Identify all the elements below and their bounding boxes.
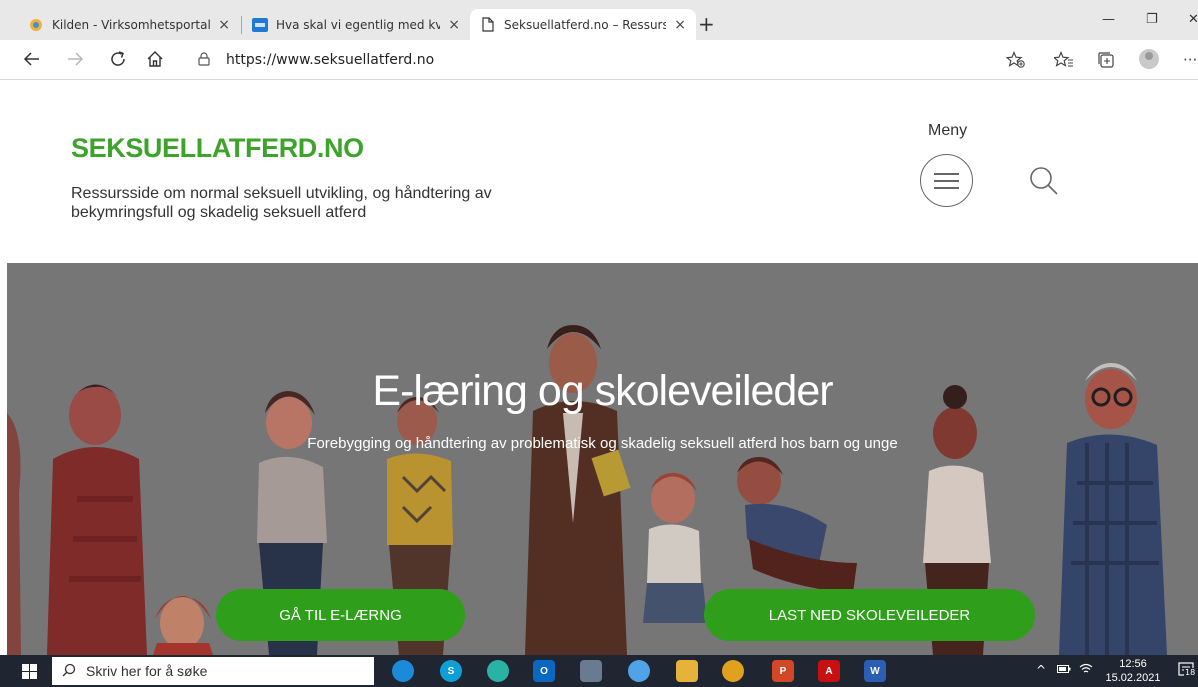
notification-count-badge: 18: [1184, 668, 1197, 677]
chat-icon[interactable]: [628, 660, 650, 682]
notification-center-icon[interactable]: 18: [1178, 662, 1197, 678]
profile-avatar[interactable]: [1139, 49, 1159, 69]
close-window-button[interactable]: ✕: [1188, 12, 1198, 27]
refresh-icon[interactable]: [109, 50, 127, 73]
more-menu-button[interactable]: ···: [1183, 51, 1197, 69]
favorites-icon[interactable]: [1052, 50, 1074, 73]
minimize-button[interactable]: —: [1102, 12, 1115, 27]
site-logo-title[interactable]: SEKSUELLATFERD.NO: [71, 133, 364, 164]
hamburger-menu-button[interactable]: [920, 154, 973, 207]
tab-nrk-article[interactable]: Hva skal vi egentlig med kvinnel ×: [242, 9, 470, 40]
tab-label: Hva skal vi egentlig med kvinnel: [276, 17, 441, 32]
search-icon: [62, 663, 76, 680]
clock-date: 15.02.2021: [1105, 672, 1161, 684]
url-text: https://www.seksuellatferd.no: [226, 52, 435, 68]
wifi-icon[interactable]: [1079, 663, 1093, 678]
collections-icon[interactable]: [1097, 51, 1115, 73]
hero-title: E-læring og skoleveileder: [372, 367, 833, 415]
e-learning-button[interactable]: GÅ TIL E-LÆRNG: [216, 589, 465, 641]
tab-kilden[interactable]: Kilden - Virksomhetsportalen ×: [18, 9, 240, 40]
edge-beta-icon[interactable]: [487, 660, 509, 682]
restore-button[interactable]: ❐: [1146, 12, 1158, 27]
menu-label: Meny: [928, 122, 968, 139]
close-tab-icon[interactable]: ×: [674, 17, 686, 33]
word-icon[interactable]: W: [864, 660, 886, 682]
lock-icon: [198, 51, 220, 69]
acrobat-icon[interactable]: A: [818, 660, 840, 682]
tab-label: Seksuellatferd.no – Ressursside o: [504, 17, 667, 32]
home-icon[interactable]: [146, 50, 164, 73]
chevron-up-icon[interactable]: ^: [1036, 663, 1046, 677]
system-clock[interactable]: 12:56 15.02.2021: [1103, 657, 1163, 685]
close-tab-icon[interactable]: ×: [448, 17, 460, 33]
address-bar-input[interactable]: https://www.seksuellatferd.no: [186, 46, 996, 74]
tab-label: Kilden - Virksomhetsportalen: [52, 17, 211, 32]
hero-subtitle: Forebygging og håndtering av problematis…: [307, 435, 898, 452]
browser-toolbar: https://www.seksuellatferd.no ···: [0, 40, 1198, 80]
forward-arrow-icon[interactable]: [66, 50, 84, 73]
search-icon[interactable]: [1027, 164, 1061, 198]
page-document-icon: [480, 17, 496, 33]
back-arrow-icon[interactable]: [23, 50, 41, 73]
taskbar-search-placeholder: Skriv her for å søke: [86, 663, 208, 679]
tab-seksuellatferd[interactable]: Seksuellatferd.no – Ressursside o ×: [470, 9, 696, 40]
taskbar-search-input[interactable]: Skriv her for å søke: [52, 657, 374, 685]
battery-icon[interactable]: [1057, 663, 1071, 677]
outlook-icon[interactable]: O: [533, 660, 555, 682]
clock-time: 12:56: [1119, 658, 1147, 670]
close-tab-icon[interactable]: ×: [218, 17, 230, 33]
site-header: SEKSUELLATFERD.NO Ressursside om normal …: [0, 81, 1198, 263]
download-guide-button[interactable]: LAST NED SKOLEVEILEDER: [704, 589, 1035, 641]
browser-tab-bar: Kilden - Virksomhetsportalen × Hva skal …: [0, 0, 1198, 40]
windows-taskbar: Skriv her for å søke S O P A W ^ 12:56 1…: [0, 655, 1198, 687]
skype-icon[interactable]: S: [440, 660, 462, 682]
site-tagline: Ressursside om normal seksuell utvikling…: [71, 185, 492, 221]
printer-icon[interactable]: [580, 660, 602, 682]
powerpoint-icon[interactable]: P: [772, 660, 794, 682]
chrome-icon[interactable]: [722, 660, 744, 682]
kilden-favicon-icon: [28, 17, 44, 33]
hamburger-icon: [934, 173, 959, 175]
new-tab-button[interactable]: +: [698, 14, 715, 34]
add-favorite-icon[interactable]: [1005, 50, 1026, 73]
windows-start-icon[interactable]: [22, 664, 37, 679]
edge-icon[interactable]: [392, 660, 414, 682]
hero-banner: E-læring og skoleveileder Forebygging og…: [7, 263, 1198, 655]
nrk-favicon-icon: [252, 17, 268, 33]
file-explorer-icon[interactable]: [676, 660, 698, 682]
